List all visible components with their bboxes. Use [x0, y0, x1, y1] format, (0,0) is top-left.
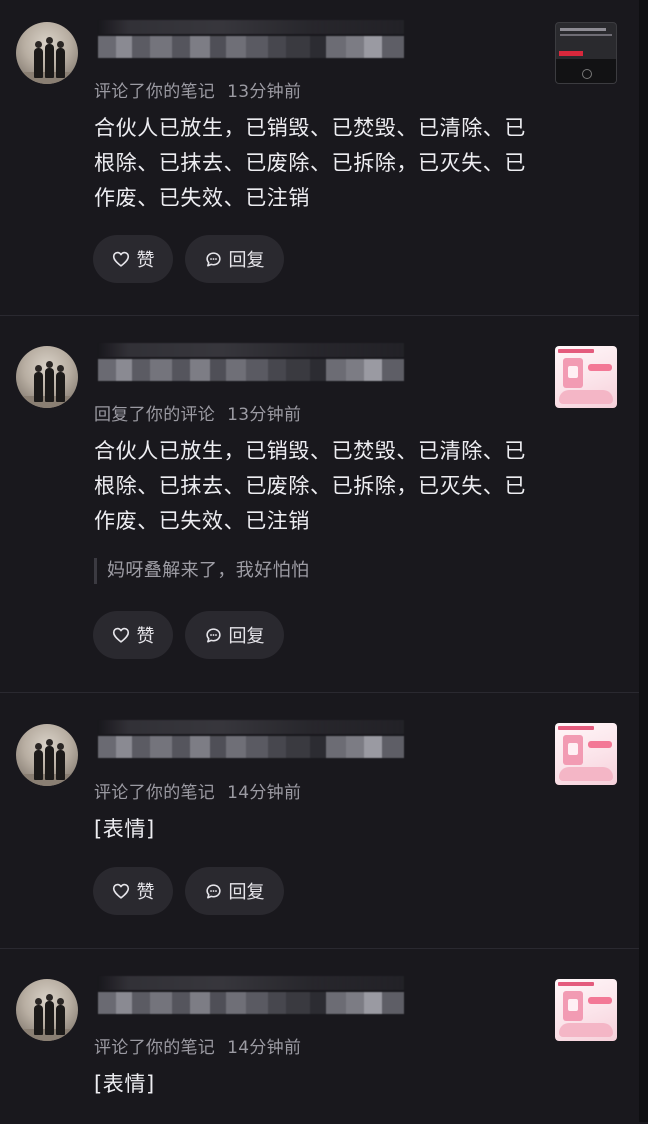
heart-outline-icon [112, 627, 129, 643]
like-label: 赞 [136, 626, 155, 647]
reply-button[interactable]: 回复 [185, 611, 284, 659]
like-label: 赞 [136, 250, 155, 271]
like-button[interactable]: 赞 [93, 611, 173, 659]
comment-text: [表情] [94, 817, 155, 841]
timestamp: 13分钟前 [227, 82, 302, 102]
notification-meta: 回复了你的评论 13分钟前 [94, 400, 301, 425]
username-blurred[interactable] [98, 343, 404, 381]
username-blurred[interactable] [98, 976, 404, 1014]
scrollbar[interactable] [639, 0, 648, 1122]
avatar[interactable] [16, 724, 78, 786]
username-blurred[interactable] [98, 720, 404, 758]
like-button[interactable]: 赞 [93, 867, 173, 915]
notification-feed: 评论了你的笔记 13分钟前 合伙人已放生，已销毁、已焚毁、已清除、已根除、已抹去、… [0, 0, 640, 1124]
reply-label: 回复 [228, 882, 265, 903]
quoted-comment[interactable]: 妈呀叠解来了，我好怕怕 [94, 558, 309, 584]
note-thumbnail[interactable] [555, 22, 617, 84]
note-thumbnail[interactable] [555, 723, 617, 785]
comment-text: 合伙人已放生，已销毁、已焚毁、已清除、已根除、已抹去、已废除、已拆除，已灭失、已… [94, 116, 526, 210]
reply-label: 回复 [228, 250, 265, 271]
notification-meta: 评论了你的笔记 13分钟前 [94, 77, 301, 102]
action-text: 回复了你的评论 [94, 405, 216, 425]
reply-button[interactable]: 回复 [185, 235, 284, 283]
action-text: 评论了你的笔记 [94, 783, 216, 803]
notification-meta: 评论了你的笔记 14分钟前 [94, 778, 301, 803]
heart-outline-icon [112, 883, 129, 899]
like-label: 赞 [136, 882, 155, 903]
heart-outline-icon [112, 251, 129, 267]
action-text: 评论了你的笔记 [94, 82, 216, 102]
avatar[interactable] [16, 346, 78, 408]
note-thumbnail[interactable] [555, 979, 617, 1041]
avatar[interactable] [16, 979, 78, 1041]
action-text: 评论了你的笔记 [94, 1038, 216, 1058]
chat-bubble-icon [205, 251, 221, 267]
reply-label: 回复 [228, 626, 265, 647]
comment-text: 合伙人已放生，已销毁、已焚毁、已清除、已根除、已抹去、已废除、已拆除，已灭失、已… [94, 439, 526, 533]
comment-text: [表情] [94, 1072, 155, 1096]
username-blurred[interactable] [98, 20, 404, 58]
note-thumbnail[interactable] [555, 346, 617, 408]
like-button[interactable]: 赞 [93, 235, 173, 283]
chat-bubble-icon [205, 883, 221, 899]
notification-item: 评论了你的笔记 14分钟前 [表情] 赞 回复 [0, 693, 640, 949]
notification-item: 评论了你的笔记 13分钟前 合伙人已放生，已销毁、已焚毁、已清除、已根除、已抹去、… [0, 0, 640, 316]
chat-bubble-icon [205, 627, 221, 643]
timestamp: 13分钟前 [227, 405, 302, 425]
timestamp: 14分钟前 [227, 783, 302, 803]
reply-button[interactable]: 回复 [185, 867, 284, 915]
notification-item: 评论了你的笔记 14分钟前 [表情] [0, 949, 640, 1124]
avatar[interactable] [16, 22, 78, 84]
timestamp: 14分钟前 [227, 1038, 302, 1058]
notification-item: 回复了你的评论 13分钟前 合伙人已放生，已销毁、已焚毁、已清除、已根除、已抹去、… [0, 316, 640, 693]
notification-meta: 评论了你的笔记 14分钟前 [94, 1033, 301, 1058]
